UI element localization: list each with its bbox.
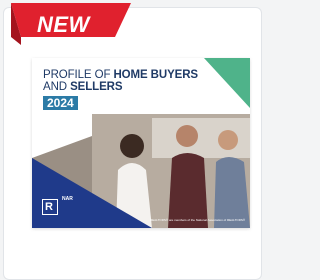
- cover-year: 2024: [43, 96, 78, 110]
- new-badge: NEW: [11, 3, 131, 45]
- nar-logo-text: NAR: [62, 196, 73, 202]
- realtor-logo-icon: R: [42, 199, 58, 215]
- cover-title-line-1: PROFILE OF HOME BUYERS: [43, 69, 198, 81]
- cover-footer-note: REALTORS® are members of the National As…: [150, 218, 246, 222]
- cover-title-line-2: AND SELLERS: [43, 81, 123, 93]
- cover-title: PROFILE OF HOME BUYERS AND SELLERS 2024: [43, 69, 198, 112]
- new-badge-label: NEW: [37, 12, 90, 37]
- report-cover-image[interactable]: PROFILE OF HOME BUYERS AND SELLERS 2024 …: [32, 58, 250, 228]
